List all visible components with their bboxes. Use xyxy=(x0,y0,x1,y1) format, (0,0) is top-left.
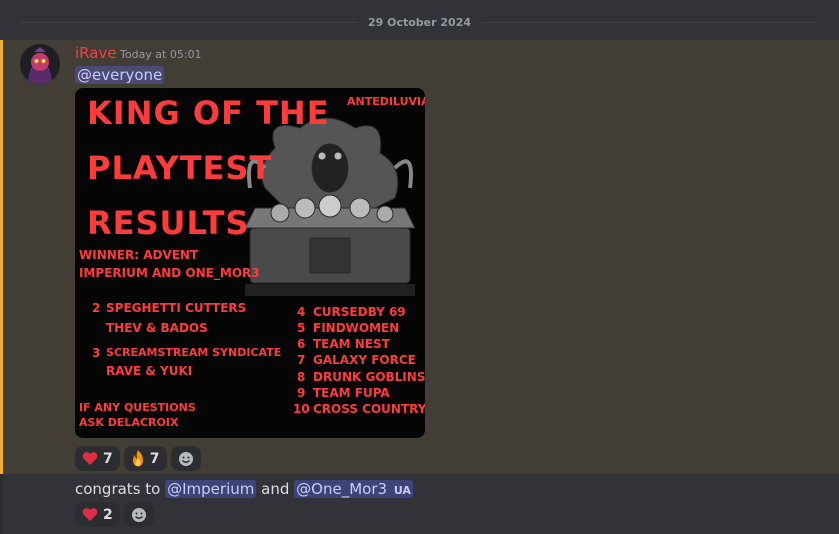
rank-number: 5 xyxy=(297,321,306,335)
user-mention-imperium[interactable]: @Imperium xyxy=(165,480,257,498)
poster-winner-line2: IMPERIUM AND ONE_MOR3 xyxy=(79,266,260,280)
reaction-bar-2: 2 xyxy=(75,502,154,527)
add-reaction-icon xyxy=(178,451,193,466)
reaction-count: 2 xyxy=(103,506,113,523)
rank-players: THEV & BADOS xyxy=(106,321,208,335)
poster-questions-line1: IF ANY QUESTIONS xyxy=(79,401,196,414)
poster-title-line1: KING OF THE xyxy=(87,94,330,132)
date-divider: 29 October 2024 xyxy=(20,12,819,32)
rank-number: 8 xyxy=(297,370,306,384)
rank-number: 6 xyxy=(297,337,306,351)
mention-tag: UA xyxy=(393,484,411,497)
reaction-fire[interactable]: 7 xyxy=(123,446,167,471)
message-content: @everyone xyxy=(75,65,165,85)
rank-number: 4 xyxy=(297,305,306,319)
reaction-count: 7 xyxy=(149,450,160,467)
user-mention-one-mor3[interactable]: @One_Mor3 UA xyxy=(294,480,413,498)
reaction-heart[interactable]: 2 xyxy=(75,502,120,527)
rank-number: 9 xyxy=(297,386,306,400)
username[interactable]: iRave xyxy=(75,44,117,62)
message-text: and xyxy=(261,480,290,498)
message-text: congrats to xyxy=(75,480,161,498)
rank-team: TEAM FUPA xyxy=(313,386,390,400)
rank-team: SCREAMSTREAM SYNDICATE xyxy=(106,346,282,359)
rank-players: RAVE & YUKI xyxy=(106,364,193,378)
attachment-image[interactable]: ANTEDILUVIAN KING OF THE PLAYTEST RESULT… xyxy=(75,88,425,438)
poster-title-line2: PLAYTEST xyxy=(87,149,273,187)
reaction-bar: 7 7 xyxy=(75,446,201,471)
add-reaction-button[interactable] xyxy=(170,446,201,471)
rank-number: 2 xyxy=(92,301,101,315)
poster-title-line3: RESULTS xyxy=(87,204,250,242)
rank-team: CURSEDBY 69 xyxy=(313,305,406,319)
add-reaction-button[interactable] xyxy=(123,502,154,527)
avatar[interactable] xyxy=(20,44,60,84)
add-reaction-icon xyxy=(131,507,146,522)
message-content-2: congrats to @Imperium and @One_Mor3 UA xyxy=(75,478,413,502)
rank-team: CROSS COUNTRY xyxy=(313,402,425,416)
reaction-heart[interactable]: 7 xyxy=(75,446,120,471)
timestamp: Today at 05:01 xyxy=(120,48,202,61)
rank-number: 10 xyxy=(293,402,310,416)
rank-team: DRUNK GOBLINS xyxy=(313,370,425,384)
rank-team: GALAXY FORCE xyxy=(313,353,416,367)
rank-number: 3 xyxy=(92,346,101,360)
rank-team: FINDWOMEN xyxy=(313,321,400,335)
rank-team: SPEGHETTI CUTTERS xyxy=(106,301,247,315)
poster-winner-line1: WINNER: ADVENT xyxy=(79,248,199,262)
divider-line-right xyxy=(481,21,819,23)
divider-date: 29 October 2024 xyxy=(367,15,472,29)
everyone-mention[interactable]: @everyone xyxy=(75,66,165,84)
heart-icon xyxy=(82,452,98,465)
divider-line-left xyxy=(20,21,358,23)
reaction-count: 7 xyxy=(103,450,113,467)
fire-icon xyxy=(132,450,143,467)
rank-team: TEAM NEST xyxy=(313,337,390,351)
poster-questions-line2: ASK DELACROIX xyxy=(79,416,179,429)
heart-icon xyxy=(82,508,98,521)
rank-number: 7 xyxy=(297,353,306,367)
poster-tag: ANTEDILUVIAN xyxy=(347,95,425,108)
mention-text: @One_Mor3 xyxy=(296,480,388,498)
left-edge xyxy=(0,474,3,534)
